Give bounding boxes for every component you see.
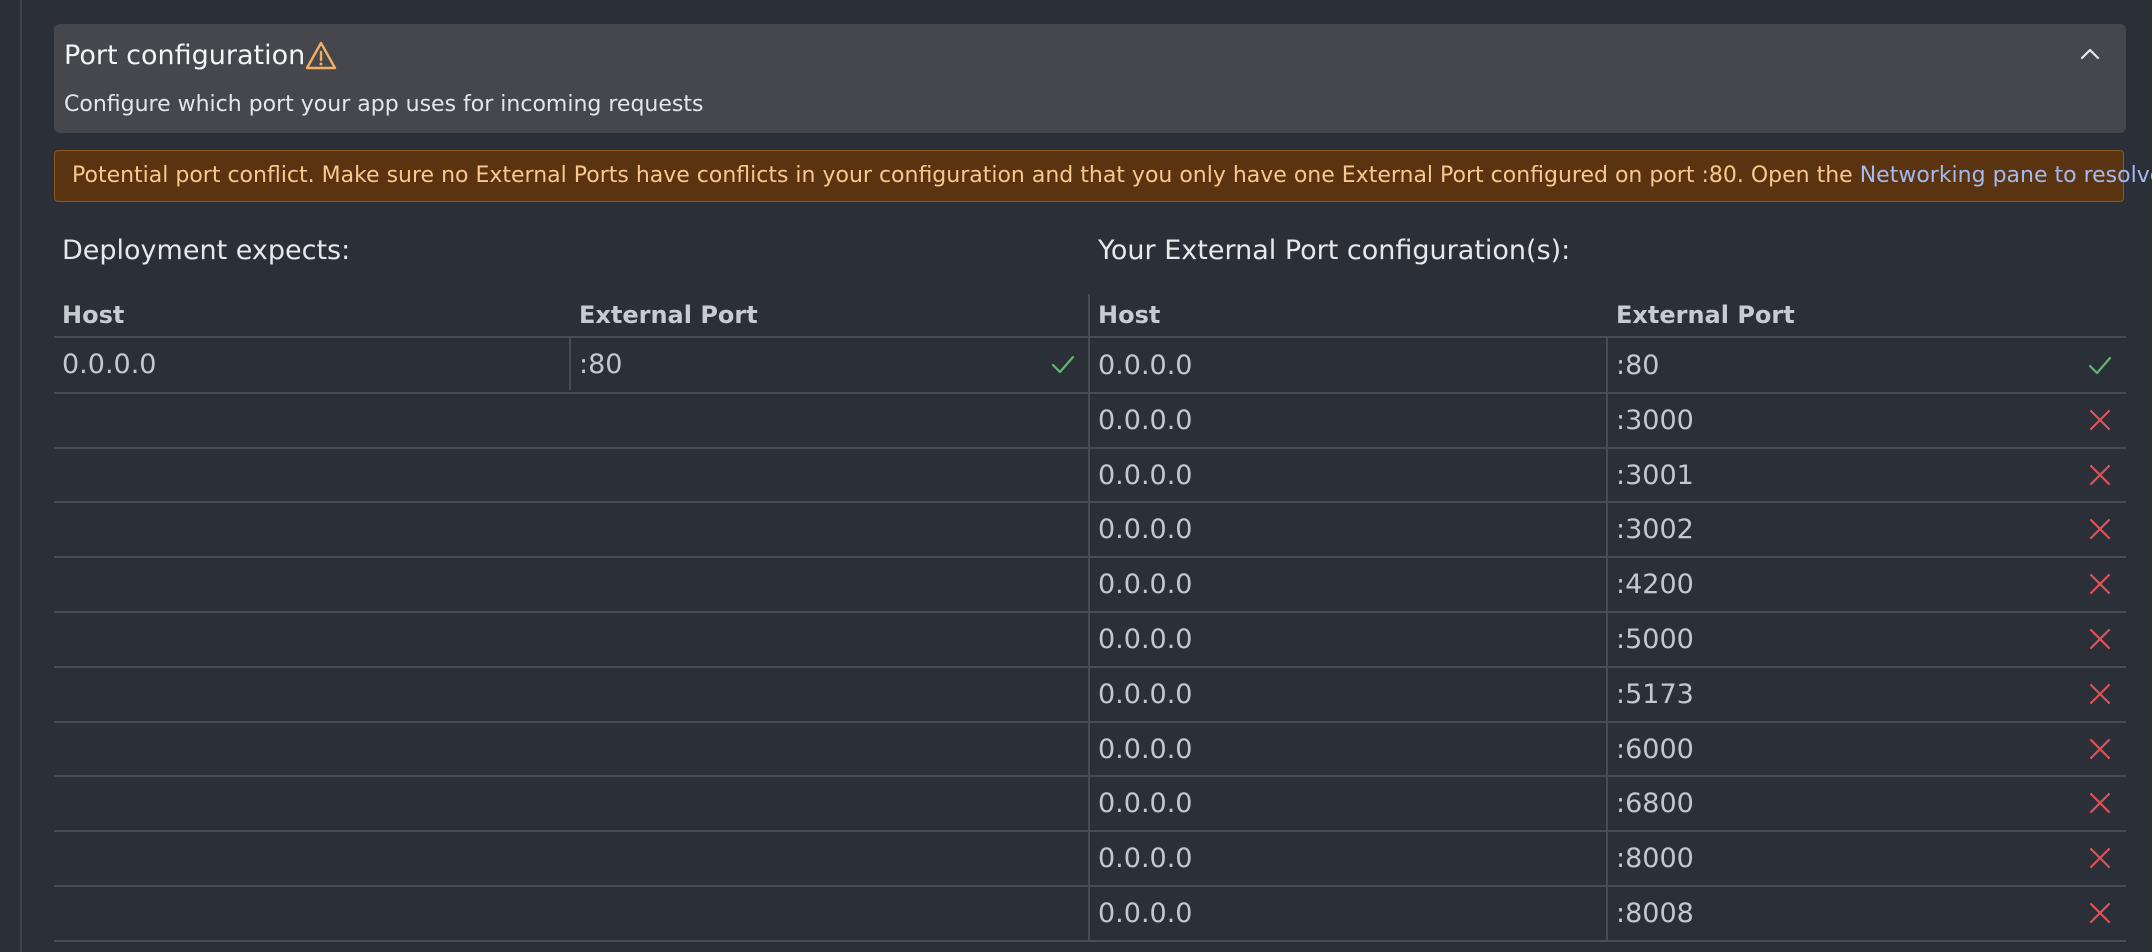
external-column-divider bbox=[1606, 776, 1608, 831]
external-column-divider bbox=[1606, 338, 1608, 393]
external-host-cell: 0.0.0.0 bbox=[1098, 514, 1193, 545]
external-port-cell: :4200 bbox=[1616, 569, 1694, 600]
deployment-host-header: Host bbox=[62, 301, 125, 329]
external-port-cell: :8000 bbox=[1616, 843, 1694, 874]
close-x-icon bbox=[2089, 847, 2111, 869]
external-host-cell: 0.0.0.0 bbox=[1098, 569, 1193, 600]
external-host-cell: 0.0.0.0 bbox=[1098, 788, 1193, 819]
external-column-divider bbox=[1606, 612, 1608, 667]
external-port-cell: :5173 bbox=[1616, 679, 1694, 710]
port-configuration-panel: Port configuration Configure which port … bbox=[0, 0, 2152, 952]
port-conflict-banner: Potential port conflict. Make sure no Ex… bbox=[54, 150, 2152, 202]
chevron-up-icon[interactable] bbox=[2072, 36, 2108, 72]
external-host-cell: 0.0.0.0 bbox=[1098, 898, 1193, 929]
row-divider bbox=[54, 940, 2126, 942]
external-host-cell: 0.0.0.0 bbox=[1098, 734, 1193, 765]
deployment-column-divider bbox=[569, 338, 571, 390]
close-x-icon bbox=[2089, 409, 2111, 431]
external-column-divider bbox=[1606, 448, 1608, 503]
port-configuration-header[interactable]: Port configuration Configure which port … bbox=[54, 24, 2126, 133]
deployment-expects-title: Deployment expects: bbox=[62, 235, 351, 266]
external-host-cell: 0.0.0.0 bbox=[1098, 679, 1193, 710]
external-port-row: 0.0.0.0 :8000 bbox=[1089, 831, 2126, 886]
left-border bbox=[20, 0, 22, 952]
networking-pane-link[interactable]: Networking pane to resolve bbox=[1860, 163, 2152, 188]
external-port-config-title: Your External Port configuration(s): bbox=[1098, 235, 1571, 266]
external-column-divider bbox=[1606, 393, 1608, 448]
external-port-cell: :3001 bbox=[1616, 460, 1694, 491]
external-port-row: 0.0.0.0 :4200 bbox=[1089, 557, 2126, 612]
close-x-icon bbox=[2089, 518, 2111, 540]
external-host-cell: 0.0.0.0 bbox=[1098, 350, 1193, 381]
external-host-cell: 0.0.0.0 bbox=[1098, 624, 1193, 655]
external-host-cell: 0.0.0.0 bbox=[1098, 843, 1193, 874]
external-port-cell: :5000 bbox=[1616, 624, 1694, 655]
external-column-divider bbox=[1606, 831, 1608, 886]
close-x-icon bbox=[2089, 738, 2111, 760]
warning-triangle-icon bbox=[305, 41, 337, 70]
external-port-cell: :8008 bbox=[1616, 898, 1694, 929]
external-port-cell: :3002 bbox=[1616, 514, 1694, 545]
external-column-divider bbox=[1606, 667, 1608, 722]
external-host-cell: 0.0.0.0 bbox=[1098, 460, 1193, 491]
external-port-row: 0.0.0.0 :80 bbox=[1089, 338, 2126, 393]
external-port-row: 0.0.0.0 :5000 bbox=[1089, 612, 2126, 667]
external-port-row: 0.0.0.0 :6000 bbox=[1089, 722, 2126, 777]
external-port-row: 0.0.0.0 :3002 bbox=[1089, 502, 2126, 557]
external-host-cell: 0.0.0.0 bbox=[1098, 405, 1193, 436]
external-column-divider bbox=[1606, 722, 1608, 777]
external-port-cell: :6800 bbox=[1616, 788, 1694, 819]
banner-text: Potential port conflict. Make sure no Ex… bbox=[72, 163, 1860, 188]
external-port-row: 0.0.0.0 :3000 bbox=[1089, 393, 2126, 448]
check-icon bbox=[1051, 355, 1075, 374]
section-title: Port configuration bbox=[64, 40, 306, 71]
external-column-divider bbox=[1606, 886, 1608, 941]
section-subtitle: Configure which port your app uses for i… bbox=[64, 92, 704, 117]
close-x-icon bbox=[2089, 464, 2111, 486]
close-x-icon bbox=[2089, 683, 2111, 705]
external-column-divider bbox=[1606, 502, 1608, 557]
close-x-icon bbox=[2089, 573, 2111, 595]
close-x-icon bbox=[2089, 628, 2111, 650]
close-x-icon bbox=[2089, 902, 2111, 924]
check-icon bbox=[2088, 356, 2112, 375]
deployment-port-cell: :80 bbox=[579, 349, 623, 380]
close-x-icon bbox=[2089, 792, 2111, 814]
deployment-port-header: External Port bbox=[579, 301, 758, 329]
external-port-header: External Port bbox=[1616, 301, 1795, 329]
external-port-row: 0.0.0.0 :3001 bbox=[1089, 448, 2126, 503]
banner-message: Potential port conflict. Make sure no Ex… bbox=[72, 161, 2152, 191]
external-port-row: 0.0.0.0 :8008 bbox=[1089, 886, 2126, 941]
external-port-row: 0.0.0.0 :6800 bbox=[1089, 776, 2126, 831]
external-port-cell: :6000 bbox=[1616, 734, 1694, 765]
external-host-header: Host bbox=[1098, 301, 1161, 329]
external-port-cell: :3000 bbox=[1616, 405, 1694, 436]
external-column-divider bbox=[1606, 557, 1608, 612]
deployment-host-cell: 0.0.0.0 bbox=[62, 349, 157, 380]
external-port-row: 0.0.0.0 :5173 bbox=[1089, 667, 2126, 722]
external-port-cell: :80 bbox=[1616, 350, 1660, 381]
